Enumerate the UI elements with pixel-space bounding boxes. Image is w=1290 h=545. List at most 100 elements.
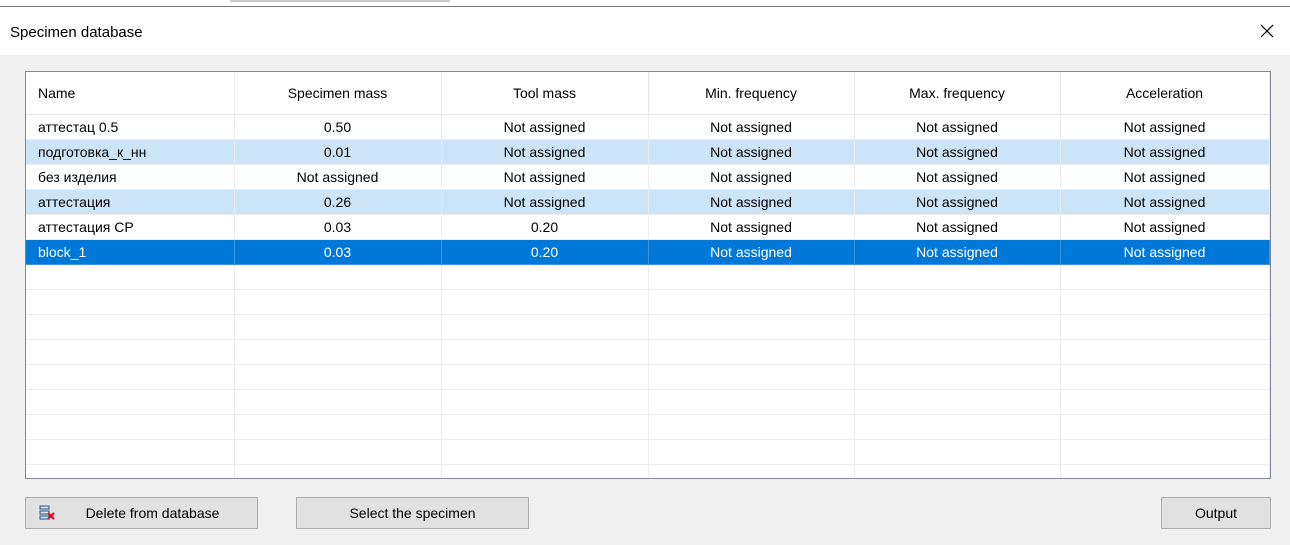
empty-cell <box>854 339 1061 365</box>
delete-from-database-button[interactable]: Delete from database <box>25 497 258 529</box>
column-header[interactable]: Max. frequency <box>854 72 1061 115</box>
column-header[interactable]: Name <box>26 72 235 115</box>
empty-cell <box>441 389 649 415</box>
table-cell: Not assigned <box>854 114 1061 140</box>
table-cell: Not assigned <box>1060 239 1270 265</box>
specimen-database-dialog: Specimen database Name Specimen mass Tool … <box>0 6 1290 545</box>
empty-cell <box>234 264 442 290</box>
table-cell: Not assigned <box>1060 164 1270 190</box>
table-cell: Not assigned <box>1060 139 1270 165</box>
empty-cell <box>234 289 442 315</box>
table-cell: Not assigned <box>1060 189 1270 215</box>
empty-cell <box>648 264 855 290</box>
table-cell: аттестац 0.5 <box>26 114 235 140</box>
table-cell: Not assigned <box>854 189 1061 215</box>
empty-cell <box>1060 439 1270 465</box>
empty-cell <box>234 414 442 440</box>
table-cell: Not assigned <box>648 239 855 265</box>
empty-cell <box>234 389 442 415</box>
table-row[interactable]: подготовка_к_нн 0.01 Not assigned Not assig… <box>26 139 1270 165</box>
empty-cell <box>26 339 235 365</box>
empty-cell <box>234 339 442 365</box>
specimen-grid[interactable]: Name Specimen mass Tool mass Min. frequency… <box>25 71 1271 479</box>
table-cell: 0.20 <box>441 214 649 240</box>
empty-row <box>26 264 1270 290</box>
table-cell: Not assigned <box>648 164 855 190</box>
empty-cell <box>1060 289 1270 315</box>
empty-cell <box>1060 414 1270 440</box>
select-specimen-button[interactable]: Select the specimen <box>296 497 529 529</box>
table-cell: Not assigned <box>854 214 1061 240</box>
table-cell: Not assigned <box>1060 214 1270 240</box>
table-cell: Not assigned <box>648 139 855 165</box>
empty-cell <box>648 314 855 340</box>
table-cell: аттестация <box>26 189 235 215</box>
table-row[interactable]: block_1 0.03 0.20 Not assigned Not assigned N… <box>26 239 1270 265</box>
empty-cell <box>441 289 649 315</box>
table-cell: Not assigned <box>1060 114 1270 140</box>
empty-cell <box>441 464 649 478</box>
table-cell: Not assigned <box>441 164 649 190</box>
empty-cell <box>441 414 649 440</box>
empty-cell <box>854 414 1061 440</box>
empty-cell <box>26 264 235 290</box>
column-header[interactable]: Specimen mass <box>234 72 442 115</box>
empty-cell <box>1060 339 1270 365</box>
specimen-table: Name Specimen mass Tool mass Min. frequency… <box>26 72 1270 478</box>
table-cell: block_1 <box>26 239 235 265</box>
empty-row <box>26 439 1270 465</box>
empty-cell <box>854 314 1061 340</box>
table-row[interactable]: без изделия Not assigned Not assigned Not a… <box>26 164 1270 190</box>
empty-row <box>26 414 1270 440</box>
empty-cell <box>441 364 649 390</box>
empty-cell <box>234 464 442 478</box>
column-header[interactable]: Min. frequency <box>648 72 855 115</box>
delete-button-label: Delete from database <box>85 505 220 521</box>
table-cell: Not assigned <box>648 214 855 240</box>
column-header[interactable]: Acceleration <box>1060 72 1270 115</box>
table-cell: Not assigned <box>854 239 1061 265</box>
table-cell: аттестация СР <box>26 214 235 240</box>
empty-cell <box>26 439 235 465</box>
table-cell: Not assigned <box>854 139 1061 165</box>
empty-cell <box>26 464 235 478</box>
empty-cell <box>648 339 855 365</box>
empty-cell <box>648 364 855 390</box>
empty-cell <box>234 314 442 340</box>
table-cell: Not assigned <box>441 114 649 140</box>
empty-cell <box>854 289 1061 315</box>
empty-cell <box>441 314 649 340</box>
delete-record-icon <box>39 505 55 520</box>
table-cell: Not assigned <box>441 189 649 215</box>
empty-cell <box>648 439 855 465</box>
table-row[interactable]: аттестация СР 0.03 0.20 Not assigned Not ass… <box>26 214 1270 240</box>
table-cell: Not assigned <box>234 164 442 190</box>
table-cell: 0.26 <box>234 189 442 215</box>
table-row[interactable]: аттестац 0.5 0.50 Not assigned Not assigned… <box>26 114 1270 140</box>
close-icon <box>1260 24 1274 38</box>
empty-row <box>26 464 1270 478</box>
close-button[interactable] <box>1244 7 1290 55</box>
empty-cell <box>234 364 442 390</box>
grid-body: аттестац 0.5 0.50 Not assigned Not assigned… <box>26 114 1270 478</box>
table-cell: Not assigned <box>441 139 649 165</box>
empty-cell <box>854 389 1061 415</box>
output-button-label: Output <box>1194 505 1238 521</box>
empty-cell <box>441 264 649 290</box>
empty-cell <box>1060 364 1270 390</box>
output-button[interactable]: Output <box>1161 497 1271 529</box>
column-header[interactable]: Tool mass <box>441 72 649 115</box>
empty-row <box>26 389 1270 415</box>
empty-row <box>26 289 1270 315</box>
title-bar: Specimen database <box>0 7 1290 55</box>
empty-cell <box>26 289 235 315</box>
table-row[interactable]: аттестация 0.26 Not assigned Not assigned No… <box>26 189 1270 215</box>
window-title: Specimen database <box>10 24 143 41</box>
empty-cell <box>854 439 1061 465</box>
empty-cell <box>854 364 1061 390</box>
empty-cell <box>854 264 1061 290</box>
empty-cell <box>26 389 235 415</box>
table-cell: подготовка_к_нн <box>26 139 235 165</box>
table-cell: Not assigned <box>648 189 855 215</box>
empty-cell <box>648 464 855 478</box>
